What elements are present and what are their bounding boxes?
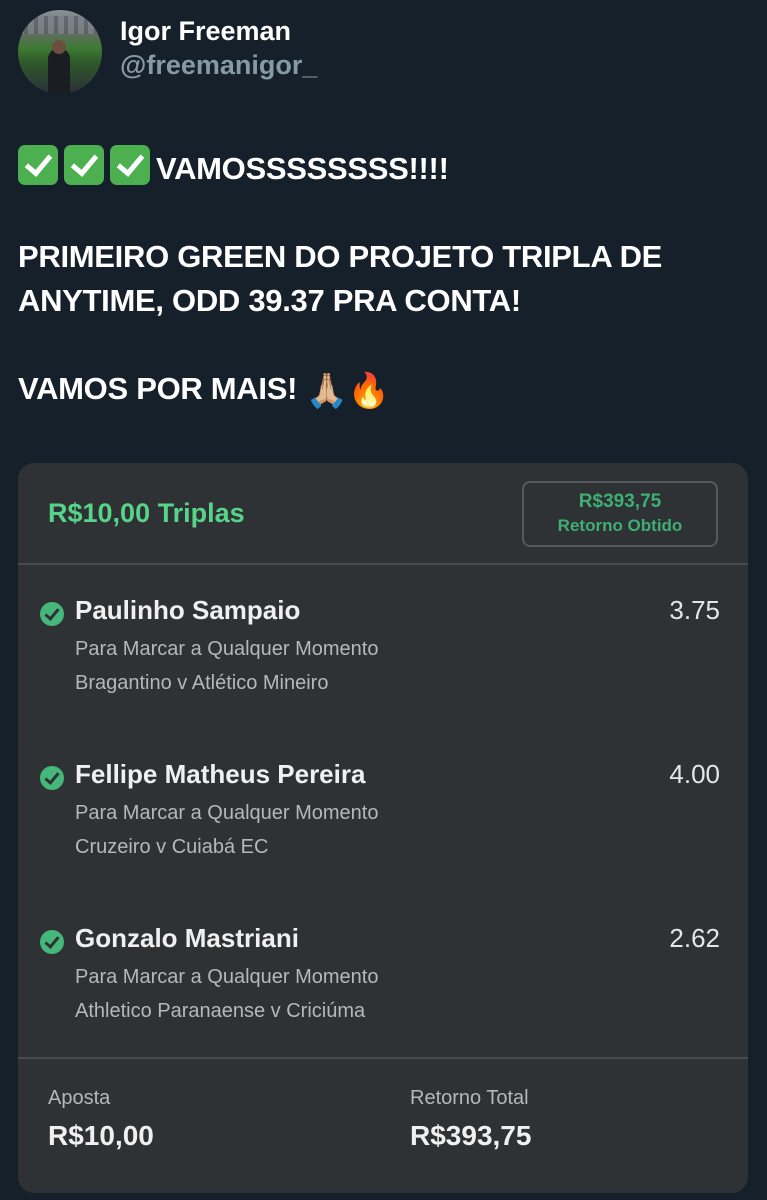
selection-odd: 3.75 xyxy=(669,595,720,625)
selection-match: Athletico Paranaense v Criciúma xyxy=(75,1000,366,1022)
total-return-label: Retorno Total xyxy=(410,1087,529,1109)
tweet-paragraph-2-line-2: ANYTIME, ODD 39.37 PRA CONTA! xyxy=(18,283,521,318)
tweet-paragraph-2-line-1: PRIMEIRO GREEN DO PROJETO TRIPLA DE xyxy=(18,239,663,274)
selection-player: Paulinho Sampaio xyxy=(75,595,301,625)
check-circle-icon xyxy=(40,930,64,954)
tweet-text: VAMOSSSSSSSS!!!! PRIMEIRO GREEN DO PROJE… xyxy=(18,145,748,413)
check-mark-icon xyxy=(64,145,104,185)
selection-player: Fellipe Matheus Pereira xyxy=(75,759,366,789)
stake-value: R$10,00 xyxy=(48,1120,154,1151)
divider xyxy=(18,563,748,565)
avatar-person xyxy=(48,48,70,94)
total-return-value: R$393,75 xyxy=(410,1120,532,1151)
stake-label: Aposta xyxy=(48,1087,111,1109)
bet-slip-image[interactable]: R$10,00 Triplas R$393,75 Retorno Obtido … xyxy=(18,463,748,1193)
bet-slip-title: R$10,00 Triplas xyxy=(48,498,245,528)
fire-icon: 🔥 xyxy=(347,372,390,410)
selection-odd: 4.00 xyxy=(669,759,720,789)
author-display-name[interactable]: Igor Freeman xyxy=(120,14,317,48)
selection-match: Cruzeiro v Cuiabá EC xyxy=(75,836,269,858)
avatar-stadium-stands xyxy=(18,16,102,34)
check-mark-icon xyxy=(110,145,150,185)
tweet-line-1-text: VAMOSSSSSSSS!!!! xyxy=(156,151,449,186)
check-circle-icon xyxy=(40,602,64,626)
folded-hands-icon: 🙏🏼 xyxy=(305,372,348,410)
selection-odd: 2.62 xyxy=(669,923,720,953)
check-mark-icon xyxy=(18,145,58,185)
tweet-header: Igor Freeman @freemanigor_ xyxy=(18,10,317,94)
return-obtained-badge: R$393,75 Retorno Obtido xyxy=(522,481,718,547)
avatar[interactable] xyxy=(18,10,102,94)
selection-player: Gonzalo Mastriani xyxy=(75,923,299,953)
return-obtained-label: Retorno Obtido xyxy=(557,516,683,535)
selection-market: Para Marcar a Qualquer Momento xyxy=(75,638,379,660)
avatar-person-head xyxy=(52,40,66,54)
divider xyxy=(18,1057,748,1059)
tweet-line-1: VAMOSSSSSSSS!!!! xyxy=(18,145,748,191)
author-handle[interactable]: @freemanigor_ xyxy=(120,48,317,82)
check-circle-icon xyxy=(40,766,64,790)
selection-market: Para Marcar a Qualquer Momento xyxy=(75,802,379,824)
return-obtained-amount: R$393,75 xyxy=(578,491,662,512)
tweet-paragraph-3: VAMOS POR MAIS! 🙏🏼🔥 xyxy=(18,367,748,413)
selection-market: Para Marcar a Qualquer Momento xyxy=(75,966,379,988)
tweet-paragraph-3-text: VAMOS POR MAIS! xyxy=(18,371,298,406)
author-names: Igor Freeman @freemanigor_ xyxy=(120,14,317,82)
selection-match: Bragantino v Atlético Mineiro xyxy=(75,672,329,694)
